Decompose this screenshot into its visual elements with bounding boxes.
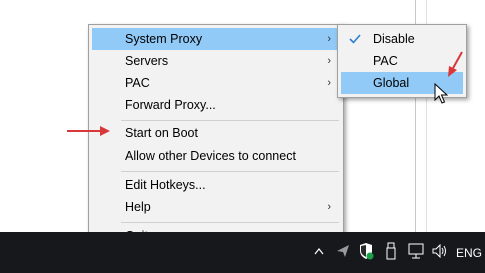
submenu-arrow-icon: › [327,55,331,67]
submenu-item-label: Global [373,76,410,90]
menu-item-label: System Proxy [125,32,203,46]
menu-item-label: Servers [125,54,169,68]
menu-item-system-proxy[interactable]: System Proxy › [92,28,340,50]
usb-drive-icon[interactable] [386,242,396,260]
submenu-arrow-icon: › [327,201,331,213]
checkmark-icon [349,34,361,44]
menu-item-servers[interactable]: Servers › [92,50,340,72]
paper-plane-icon[interactable] [336,244,350,258]
menu-separator [121,222,339,223]
menu-item-start-on-boot[interactable]: Start on Boot [92,122,340,144]
menu-item-pac[interactable]: PAC › [92,72,340,94]
menu-item-edit-hotkeys[interactable]: Edit Hotkeys... [92,174,340,196]
menu-item-label: Forward Proxy... [125,98,216,112]
menu-item-label: Help [125,200,151,214]
menu-item-label: Edit Hotkeys... [125,178,206,192]
chevron-up-icon[interactable] [314,247,324,255]
menu-separator [121,120,339,121]
submenu-item-label: Disable [373,32,415,46]
submenu-arrow-icon: › [327,33,331,45]
annotation-arrow-icon [448,51,463,77]
mouse-cursor-icon [434,83,448,104]
menu-item-allow-other-devices[interactable]: Allow other Devices to connect [92,145,340,167]
shield-icon[interactable] [358,242,374,260]
annotation-arrow-icon [67,126,110,136]
context-menu: System Proxy › Servers › PAC › Forward P… [88,24,344,252]
menu-item-label: Allow other Devices to connect [125,149,296,163]
network-icon[interactable] [408,243,424,259]
submenu-item-disable[interactable]: Disable [341,28,463,50]
submenu-arrow-icon: › [327,77,331,89]
menu-item-help[interactable]: Help › [92,196,340,218]
submenu-item-label: PAC [373,54,398,68]
menu-separator [121,171,339,172]
language-indicator[interactable]: ENG [456,246,482,260]
menu-item-label: PAC [125,76,150,90]
menu-item-label: Start on Boot [125,126,198,140]
volume-icon[interactable] [432,244,448,258]
menu-item-forward-proxy[interactable]: Forward Proxy... [92,94,340,116]
